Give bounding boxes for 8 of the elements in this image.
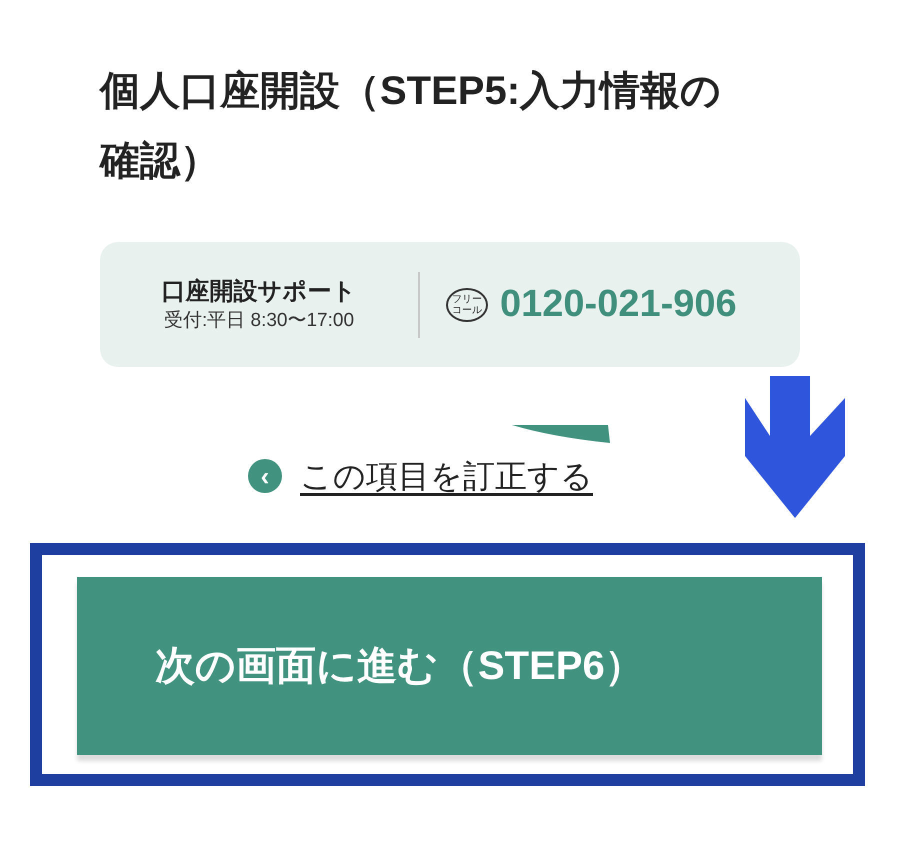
back-icon[interactable]: ‹ (248, 459, 282, 493)
free-dial-icon: フリー コール (446, 288, 488, 322)
support-title: 口座開設サポート (162, 276, 356, 306)
phone-number[interactable]: 0120-021-906 (500, 276, 737, 333)
support-hours: 受付:平日 8:30〜17:00 (164, 308, 354, 332)
next-button[interactable]: 次の画面に進む（STEP6） (77, 577, 822, 755)
correct-link[interactable]: この項目を訂正する (300, 452, 593, 500)
page-title: 個人口座開設（STEP5:入力情報の確認） (100, 68, 722, 185)
